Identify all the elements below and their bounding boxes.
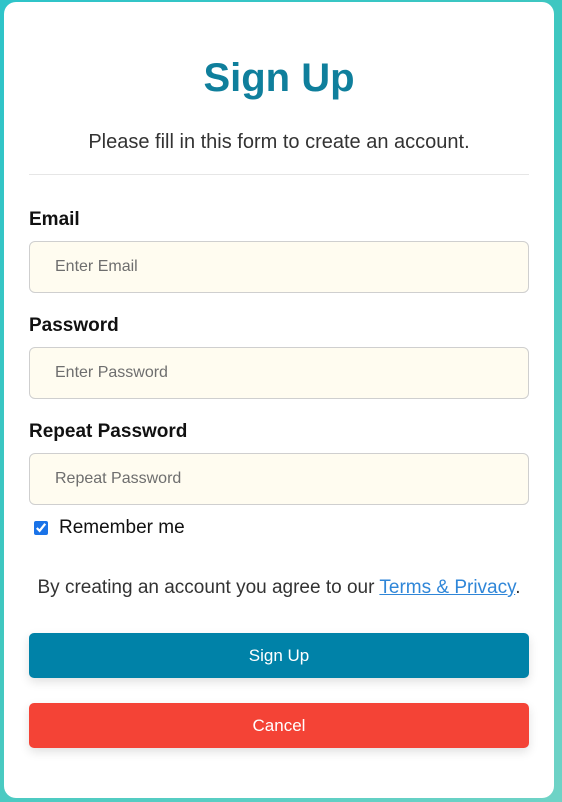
password-field[interactable] [29,347,529,399]
terms-prefix: By creating an account you agree to our [37,577,380,598]
divider [29,174,529,175]
signup-card: Sign Up Please fill in this form to crea… [4,2,554,798]
terms-suffix: . [515,577,521,598]
terms-privacy-link[interactable]: Terms & Privacy [379,577,515,598]
repeat-password-field[interactable] [29,453,529,505]
cancel-button[interactable]: Cancel [29,703,529,748]
password-label: Password [29,315,119,336]
form-subtitle: Please fill in this form to create an ac… [88,131,470,153]
remember-me-label: Remember me [59,517,185,538]
email-label: Email [29,209,80,230]
page-title: Sign Up [203,56,355,100]
sign-up-button[interactable]: Sign Up [29,633,529,678]
terms-notice: By creating an account you agree to our … [29,576,529,600]
email-field[interactable] [29,241,529,293]
remember-me-checkbox[interactable] [34,521,48,535]
remember-me-row[interactable]: Remember me [29,517,529,539]
repeat-password-label: Repeat Password [29,421,188,442]
